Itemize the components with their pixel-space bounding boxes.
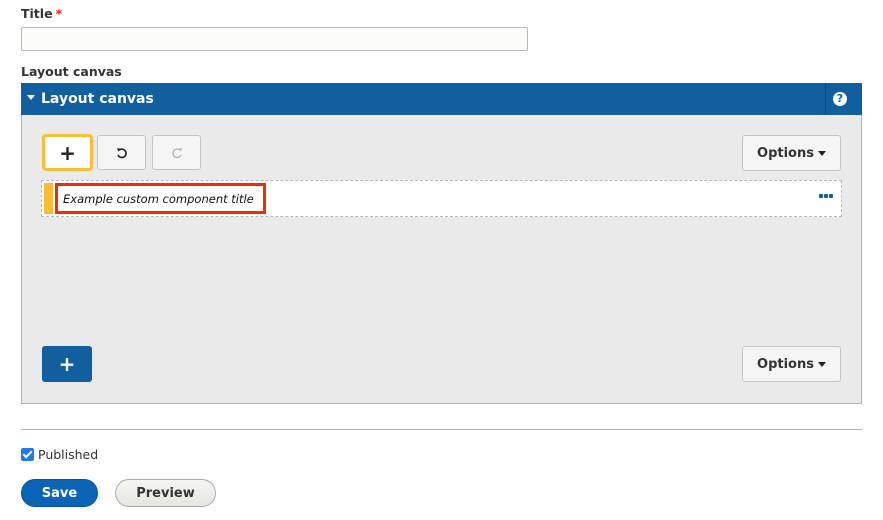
- options-dropdown-bottom[interactable]: Options: [742, 346, 841, 382]
- header-divider: [825, 83, 826, 115]
- undo-button[interactable]: [97, 135, 146, 170]
- redo-button[interactable]: [152, 135, 201, 170]
- dot: [824, 194, 828, 198]
- redo-icon: [171, 147, 182, 158]
- drag-handle[interactable]: [44, 183, 53, 214]
- dot: [819, 194, 823, 198]
- layout-canvas-label: Layout canvas: [21, 64, 122, 79]
- options-label: Options: [757, 145, 814, 161]
- layout-canvas-title: Layout canvas: [41, 91, 154, 107]
- plus-icon: +: [58, 352, 76, 376]
- layout-canvas-toggle[interactable]: Layout canvas: [27, 83, 154, 115]
- undo-icon: [116, 147, 127, 158]
- more-options-icon[interactable]: [819, 194, 833, 202]
- title-input[interactable]: [21, 27, 528, 51]
- section-divider: [21, 429, 862, 430]
- component-title[interactable]: Example custom component title: [55, 183, 266, 214]
- add-component-bottom-button[interactable]: +: [42, 346, 92, 382]
- required-marker: *: [55, 6, 63, 21]
- caret-down-icon: [27, 94, 35, 100]
- help-icon[interactable]: ?: [833, 92, 847, 106]
- options-label: Options: [757, 356, 814, 372]
- plus-icon: +: [59, 140, 76, 165]
- component-item[interactable]: Example custom component title: [41, 180, 842, 217]
- layout-canvas-panel: [21, 83, 862, 404]
- add-component-button[interactable]: +: [42, 134, 93, 171]
- published-checkbox[interactable]: [21, 448, 34, 461]
- preview-button[interactable]: Preview: [115, 479, 216, 507]
- published-field: Published: [21, 447, 98, 462]
- title-label: Title *: [21, 6, 62, 21]
- caret-down-icon: [817, 361, 826, 367]
- options-dropdown-top[interactable]: Options: [742, 135, 841, 171]
- title-label-text: Title: [21, 6, 53, 21]
- caret-down-icon: [817, 150, 826, 156]
- published-label[interactable]: Published: [38, 447, 98, 462]
- dot: [829, 194, 833, 198]
- save-button[interactable]: Save: [21, 479, 98, 507]
- layout-canvas-header: Layout canvas ?: [21, 83, 862, 115]
